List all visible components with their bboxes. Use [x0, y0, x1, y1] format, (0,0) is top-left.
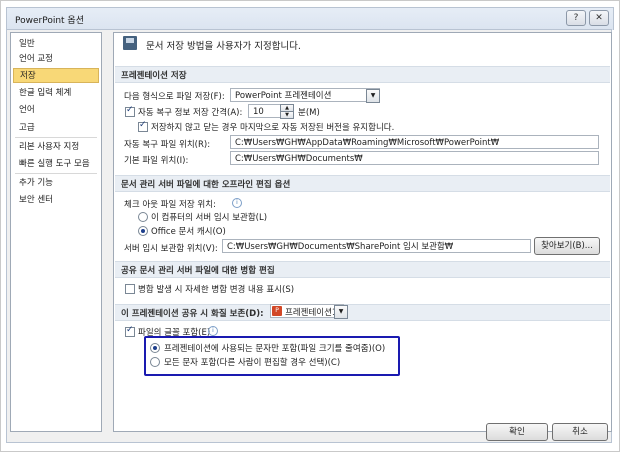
sidebar-item-advanced[interactable]: 고급 [13, 121, 99, 136]
info-icon: i [208, 326, 218, 336]
keep-last-version-checkbox[interactable] [138, 120, 148, 132]
powerpoint-file-icon: P [272, 306, 282, 316]
window-title: PowerPoint 옵션 [15, 16, 84, 26]
section-title: 문서 관리 서버 파일에 대한 오프라인 편집 옵션 [121, 180, 291, 190]
autorecover-path-label: 자동 복구 파일 위치(R): [124, 140, 211, 150]
sidebar-item-quick-access[interactable]: 빠른 실행 도구 모음 [13, 157, 99, 172]
radio-office-cache[interactable] [138, 226, 148, 236]
presentation-select-value: 프레젠테이션1 [285, 308, 338, 318]
sidebar-separator [15, 173, 97, 174]
sidebar-item-trust-center[interactable]: 보안 센터 [13, 193, 99, 208]
sidebar-item-general[interactable]: 일반 [13, 37, 99, 52]
section-save-presentations: 프레젠테이션 저장 [115, 66, 610, 83]
autorecover-minutes-value: 10 [253, 107, 264, 117]
browse-button[interactable]: 찾아보기(B)... [534, 237, 600, 255]
default-path-value: C:₩Users₩GH₩Documents₩ [235, 154, 363, 164]
radio-local-drafts-label: 이 컴퓨터의 서버 임시 보관함(L) [151, 213, 268, 223]
sidebar-item-save[interactable]: 저장 [13, 68, 99, 83]
radio-local-drafts[interactable] [138, 212, 148, 222]
sidebar-item-customize-ribbon[interactable]: 리본 사용자 지정 [13, 140, 99, 155]
autorecover-label: 자동 복구 정보 저장 간격(A): [138, 108, 243, 118]
section-title: 프레젠테이션 저장 [121, 71, 187, 81]
title-bar: PowerPoint 옵션 ? ✕ [6, 7, 614, 30]
chevron-down-icon[interactable]: ▼ [366, 89, 380, 103]
close-button[interactable]: ✕ [589, 10, 609, 26]
page-header-text: 문서 저장 방법을 사용자가 지정합니다. [146, 41, 301, 52]
cancel-button[interactable]: 취소 [552, 423, 608, 441]
sidebar-separator [15, 137, 97, 138]
server-drafts-label: 서버 임시 보관함 위치(V): [124, 244, 218, 254]
sidebar: 일반 언어 교정 저장 한글 입력 체계 언어 고급 리본 사용자 지정 빠른 … [10, 32, 102, 432]
format-select[interactable]: PowerPoint 프레젠테이션 [230, 88, 380, 102]
sidebar-item-korean-input[interactable]: 한글 입력 체계 [13, 86, 99, 101]
default-path-label: 기본 파일 위치(I): [124, 156, 189, 166]
sidebar-item-add-ins[interactable]: 추가 기능 [13, 176, 99, 191]
help-button[interactable]: ? [566, 10, 586, 26]
info-icon: i [232, 198, 242, 208]
sidebar-item-language[interactable]: 언어 [13, 103, 99, 118]
spin-down-icon[interactable]: ▼ [280, 111, 294, 119]
section-preserve-fidelity: 이 프레젠테이션 공유 시 화질 보존(D): [115, 304, 610, 321]
checkout-location-label: 체크 아웃 파일 저장 위치: [124, 200, 216, 210]
autorecover-path-input[interactable]: C:₩Users₩GH₩AppData₩Roaming₩Microsoft₩Po… [230, 135, 599, 149]
highlight-box [144, 336, 400, 376]
format-label: 다음 형식으로 파일 저장(F): [124, 92, 225, 102]
section-merge-editing: 공유 문서 관리 서버 파일에 대한 병합 편집 [115, 261, 610, 278]
radio-office-cache-label: Office 문서 캐시(O) [151, 227, 226, 237]
minutes-label: 분(M) [298, 108, 320, 118]
default-path-input[interactable]: C:₩Users₩GH₩Documents₩ [230, 151, 599, 165]
format-select-value: PowerPoint 프레젠테이션 [235, 91, 332, 101]
section-offline-editing: 문서 관리 서버 파일에 대한 오프라인 편집 옵션 [115, 175, 610, 192]
embed-fonts-checkbox[interactable] [125, 325, 135, 337]
chevron-down-icon[interactable]: ▼ [334, 305, 348, 319]
show-merge-changes-label: 병합 발생 시 자세한 병합 변경 내용 표시(S) [138, 285, 295, 295]
ok-button[interactable]: 확인 [486, 423, 548, 441]
section-title: 이 프레젠테이션 공유 시 화질 보존(D): [121, 309, 264, 319]
sidebar-item-proofing[interactable]: 언어 교정 [13, 52, 99, 67]
autorecover-checkbox[interactable] [125, 105, 135, 117]
show-merge-changes-checkbox[interactable] [125, 284, 135, 294]
save-icon [123, 36, 137, 50]
section-title: 공유 문서 관리 서버 파일에 대한 병합 편집 [121, 266, 275, 276]
autorecover-path-value: C:₩Users₩GH₩AppData₩Roaming₩Microsoft₩Po… [235, 138, 500, 148]
server-drafts-path-value: C:₩Users₩GH₩Documents₩SharePoint 임시 보관함₩ [227, 242, 454, 252]
server-drafts-path-input[interactable]: C:₩Users₩GH₩Documents₩SharePoint 임시 보관함₩ [222, 239, 531, 253]
keep-last-version-label: 저장하지 않고 닫는 경우 마지막으로 자동 저장된 버전을 유지합니다. [151, 123, 395, 133]
